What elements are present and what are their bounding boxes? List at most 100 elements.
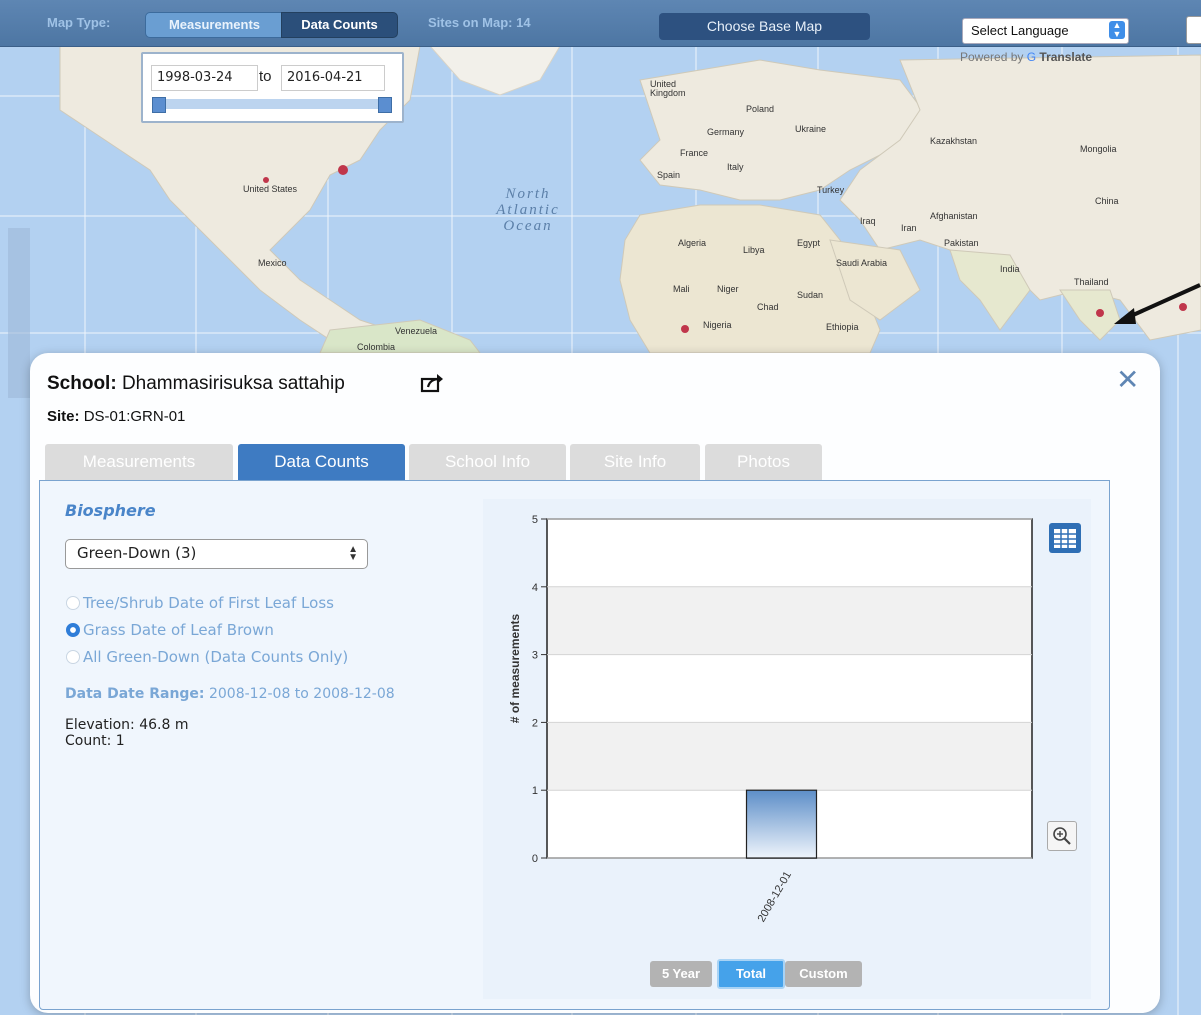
ocean-label: North Atlantic Ocean (483, 186, 573, 234)
school-label: School: (47, 373, 117, 394)
radio-label: Tree/Shrub Date of First Leaf Loss (83, 594, 334, 612)
site-value: DS-01:GRN-01 (83, 408, 186, 425)
y-axis-label: # of measurements (508, 613, 522, 723)
y-tick-label: 0 (532, 853, 538, 865)
data-counts-toggle[interactable]: Data Counts (281, 12, 398, 38)
map-toolbar: Map Type: Measurements Data Counts Sites… (0, 0, 1201, 47)
sites-count: Sites on Map: 14 (428, 15, 531, 30)
y-tick-label: 1 (532, 785, 538, 797)
radio-button-checked[interactable] (66, 623, 80, 637)
date-range-filter: 1998-03-24 to 2016-04-21 (141, 52, 404, 123)
radio-grass-leaf-brown[interactable]: Grass Date of Leaf Brown (66, 621, 274, 639)
map-label-niger: Niger (717, 284, 739, 294)
table-view-icon[interactable] (1047, 521, 1083, 555)
google-translate-credit: Powered by G Translate (960, 50, 1092, 64)
map-label-iran: Iran (901, 223, 917, 233)
y-tick-label: 5 (532, 514, 538, 526)
chart-svg: 0 1 2 3 4 5 2008-12-01 # of measurements (508, 514, 1033, 925)
language-select[interactable]: Select Language ▲ ▼ (962, 18, 1129, 44)
site-detail-popup: ✕ School: Dhammasirisuksa sattahip Site:… (30, 353, 1160, 1013)
map-label-algeria: Algeria (678, 238, 707, 248)
map-label-libya: Libya (743, 245, 765, 255)
slider-start-handle[interactable] (152, 97, 166, 113)
variable-select-value: Green-Down (3) (77, 544, 197, 562)
select-arrows-icon: ▲ ▼ (1109, 21, 1125, 39)
date-range-slider-fill (152, 99, 392, 109)
map-label-ethiopia: Ethiopia (826, 322, 859, 332)
measurements-toggle[interactable]: Measurements (145, 12, 284, 38)
five-year-button[interactable]: 5 Year (650, 961, 712, 987)
map-label-chad: Chad (757, 302, 779, 312)
language-select-label: Select Language (971, 23, 1069, 38)
map-label-turkey: Turkey (817, 185, 845, 195)
map-label-mexico: Mexico (258, 258, 287, 268)
map-label-afghanistan: Afghanistan (930, 211, 978, 221)
map-label-colombia: Colombia (357, 342, 396, 352)
site-id: Site: DS-01:GRN-01 (47, 408, 185, 425)
close-icon[interactable]: ✕ (1116, 366, 1139, 394)
grid-band (547, 722, 1032, 791)
map-type-label: Map Type: (47, 15, 111, 30)
tab-school-info[interactable]: School Info (409, 444, 566, 480)
end-date-input[interactable]: 2016-04-21 (281, 65, 385, 91)
tab-photos[interactable]: Photos (705, 444, 822, 480)
translate-text: Translate (1039, 50, 1093, 64)
map-label-kazakhstan: Kazakhstan (930, 136, 978, 146)
tab-measurements[interactable]: Measurements (45, 444, 233, 480)
map-label-united-states: United States (243, 184, 298, 194)
map-label-venezuela: Venezuela (395, 326, 438, 336)
date-range-slider[interactable] (152, 97, 392, 113)
map-label-united-kingdom: United Kingdom (650, 79, 686, 98)
tab-data-counts[interactable]: Data Counts (238, 444, 405, 480)
variable-select[interactable]: Green-Down (3) ▲ ▼ (65, 539, 368, 569)
radio-label: All Green-Down (Data Counts Only) (83, 648, 349, 666)
map-label-italy: Italy (727, 162, 744, 172)
y-tick-label: 3 (532, 650, 538, 662)
map-label-spain: Spain (657, 170, 681, 180)
x-tick-label: 2008-12-01 (756, 870, 795, 925)
radio-button[interactable] (66, 650, 80, 664)
choose-base-map-button[interactable]: Choose Base Map (659, 13, 870, 40)
map-label-poland: Poland (746, 104, 775, 114)
radio-tree-shrub[interactable]: Tree/Shrub Date of First Leaf Loss (66, 594, 334, 612)
ocean-label-line-2: Atlantic (496, 202, 560, 218)
start-date-input[interactable]: 1998-03-24 (151, 65, 258, 91)
help-button[interactable] (1186, 16, 1201, 44)
tab-site-info[interactable]: Site Info (570, 444, 700, 480)
date-range-value: 2008-12-08 to 2008-12-08 (208, 686, 395, 702)
pointer-arrow-icon (1114, 283, 1201, 324)
ocean-label-line-3: Ocean (503, 218, 553, 234)
school-title: School: Dhammasirisuksa sattahip (47, 373, 345, 395)
ocean-label-line-1: North (505, 186, 551, 202)
site-label: Site: (47, 408, 80, 425)
share-icon[interactable] (420, 373, 444, 393)
radio-button[interactable] (66, 596, 80, 610)
map-label-france: France (680, 148, 709, 158)
total-button[interactable]: Total (717, 959, 785, 989)
elevation-value: Elevation: 46.8 m (65, 717, 189, 733)
radio-label: Grass Date of Leaf Brown (83, 621, 274, 639)
map-label-iraq: Iraq (860, 216, 876, 226)
count-value: Count: 1 (65, 733, 125, 749)
map-label-ukraine: Ukraine (795, 124, 827, 134)
zoom-in-icon[interactable] (1047, 821, 1077, 851)
grid-band (547, 586, 1032, 655)
map-label-mongolia: Mongolia (1080, 144, 1117, 154)
powered-by-text: Powered by (960, 50, 1024, 64)
google-logo: G (1026, 50, 1037, 64)
map-label-saudi-arabia: Saudi Arabia (836, 258, 888, 268)
slider-end-handle[interactable] (378, 97, 392, 113)
date-separator: to (259, 68, 272, 85)
map-label-china: China (1095, 196, 1119, 206)
site-stats: Elevation: 46.8 m Count: 1 (65, 717, 188, 749)
custom-button[interactable]: Custom (785, 961, 862, 987)
map-label-sudan: Sudan (797, 290, 824, 300)
date-range-label: Data Date Range: (65, 686, 205, 702)
map-label-mali: Mali (673, 284, 690, 294)
map-label-germany: Germany (707, 127, 745, 137)
map-label-nigeria: Nigeria (703, 320, 732, 330)
bar-2008-12-01[interactable] (745, 789, 818, 859)
map-label-pakistan: Pakistan (944, 238, 979, 248)
y-tick-label: 4 (532, 582, 538, 594)
radio-all-green-down[interactable]: All Green-Down (Data Counts Only) (66, 648, 348, 666)
